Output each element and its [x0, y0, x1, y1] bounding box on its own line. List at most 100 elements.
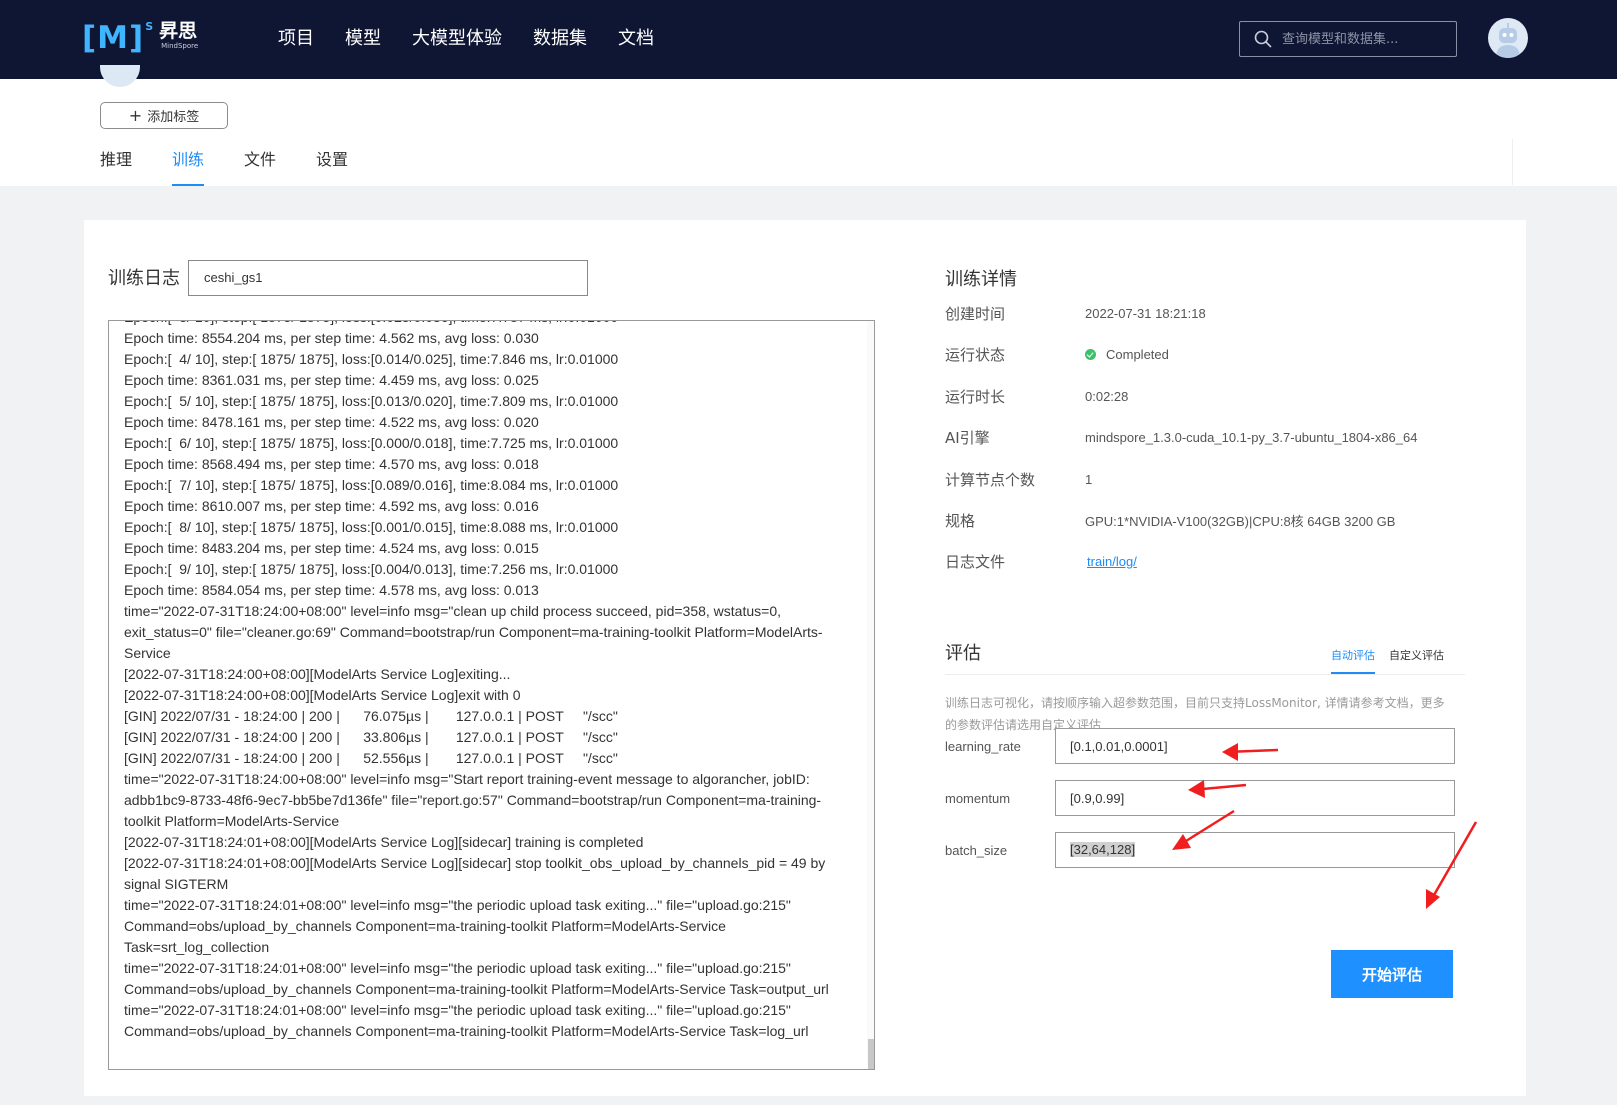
- log-line: Epoch time: 8568.494 ms, per step time: …: [124, 456, 539, 472]
- batch-size-input[interactable]: [32,64,128]: [1055, 832, 1455, 868]
- log-line: [2022-07-31T18:24:00+08:00][ModelArts Se…: [124, 666, 511, 682]
- param-label: momentum: [945, 790, 1011, 806]
- log-line: Command=obs/upload_by_channels Component…: [124, 1023, 809, 1039]
- tab-files[interactable]: 文件: [244, 148, 276, 186]
- search-input[interactable]: [1282, 31, 1447, 47]
- tab-inference[interactable]: 推理: [100, 148, 132, 186]
- tab-settings[interactable]: 设置: [316, 148, 348, 186]
- logo-english-name: MindSpore: [161, 42, 199, 50]
- log-line: [2022-07-31T18:24:01+08:00][ModelArts Se…: [124, 834, 644, 850]
- detail-row-node-count: 计算节点个数 1: [945, 468, 1092, 490]
- log-scrollbar-thumb[interactable]: [868, 1039, 874, 1069]
- param-row-learning-rate: learning_rate: [945, 728, 1455, 764]
- log-line: Command=obs/upload_by_channels Component…: [124, 981, 829, 997]
- log-line: Epoch:[ 4/ 10], step:[ 1875/ 1875], loss…: [124, 351, 619, 367]
- detail-row-ai-engine: AI引擎 mindspore_1.3.0-cuda_10.1-py_3.7-ub…: [945, 426, 1417, 448]
- tab-custom-evaluation[interactable]: 自定义评估: [1389, 647, 1444, 674]
- log-line: Epoch time: 8584.054 ms, per step time: …: [124, 582, 539, 598]
- detail-label: 规格: [945, 511, 976, 530]
- detail-label: AI引擎: [945, 428, 990, 447]
- plus-icon: +: [128, 105, 143, 125]
- add-tag-label: 添加标签: [147, 110, 200, 125]
- log-line: time="2022-07-31T18:24:01+08:00" level=i…: [124, 897, 791, 913]
- log-file-link[interactable]: train/log/: [1087, 554, 1137, 569]
- detail-value: 2022-07-31 18:21:18: [1085, 305, 1206, 321]
- log-line: Epoch:[ 9/ 10], step:[ 1875/ 1875], loss…: [124, 561, 619, 577]
- training-card: 训练日志 ceshi_gs1 Epoch:[ 3/ 10], step:[ 18…: [84, 220, 1526, 1096]
- training-details-title: 训练详情: [945, 269, 1017, 290]
- project-subheader: + 添加标签 推理 训练 文件 设置: [0, 65, 1617, 186]
- training-log-viewer[interactable]: Epoch:[ 3/ 10], step:[ 1875/ 1875], loss…: [108, 320, 875, 1070]
- mindspore-logo[interactable]: [M] S 昇思 MindSpore: [82, 20, 198, 60]
- robot-avatar-icon: [1496, 23, 1520, 58]
- detail-value: 1: [1085, 471, 1093, 487]
- nav-projects[interactable]: 项目: [278, 24, 314, 54]
- log-line: Epoch time: 8478.161 ms, per step time: …: [124, 414, 539, 430]
- search-box[interactable]: [1239, 21, 1457, 57]
- detail-row-created-time: 创建时间 2022-07-31 18:21:18: [945, 302, 1206, 324]
- nav-docs[interactable]: 文档: [618, 24, 654, 54]
- nav-datasets[interactable]: 数据集: [533, 24, 587, 54]
- logo-text: 昇思 MindSpore: [159, 20, 198, 50]
- detail-label: 日志文件: [945, 552, 1006, 571]
- user-avatar[interactable]: [1488, 18, 1528, 58]
- log-line: Epoch:[ 3/ 10], step:[ 1875/ 1875], loss…: [124, 321, 844, 328]
- log-line: Epoch:[ 6/ 10], step:[ 1875/ 1875], loss…: [124, 435, 619, 451]
- top-navigation-bar: [M] S 昇思 MindSpore 项目 模型 大模型体验 数据集 文档: [0, 0, 1617, 79]
- log-line: Epoch time: 8554.204 ms, per step time: …: [124, 330, 539, 346]
- log-line: time="2022-07-31T18:24:01+08:00" level=i…: [124, 1002, 791, 1018]
- detail-value: mindspore_1.3.0-cuda_10.1-py_3.7-ubuntu_…: [1085, 429, 1418, 445]
- logo-chinese-name: 昇思: [159, 20, 198, 42]
- detail-row-spec: 规格 GPU:1*NVIDIA-V100(32GB)|CPU:8核 64GB 3…: [945, 509, 1395, 531]
- detail-value: train/log/: [1085, 554, 1137, 569]
- log-line: Epoch time: 8610.007 ms, per step time: …: [124, 498, 539, 514]
- param-row-momentum: momentum: [945, 780, 1455, 816]
- momentum-input[interactable]: [1055, 780, 1455, 816]
- learning-rate-input[interactable]: [1055, 728, 1455, 764]
- project-tabs: 推理 训练 文件 设置: [100, 148, 388, 186]
- nav-models[interactable]: 模型: [345, 24, 381, 54]
- log-line: signal SIGTERM: [124, 876, 229, 892]
- logo-superscript: S: [145, 20, 154, 33]
- add-tag-button[interactable]: + 添加标签: [100, 102, 228, 129]
- nav-llm-experience[interactable]: 大模型体验: [412, 24, 502, 54]
- log-line: time="2022-07-31T18:24:01+08:00" level=i…: [124, 960, 791, 976]
- log-line: Service: [124, 645, 171, 661]
- log-line: time="2022-07-31T18:24:00+08:00" level=i…: [124, 603, 781, 619]
- detail-row-duration: 运行时长 0:02:28: [945, 385, 1128, 407]
- log-line: [2022-07-31T18:24:01+08:00][ModelArts Se…: [124, 855, 826, 871]
- logo-mark: [M]: [82, 20, 145, 56]
- param-label: learning_rate: [945, 738, 1021, 754]
- log-line: [GIN] 2022/07/31 - 18:24:00 | 200 | 76.0…: [124, 708, 618, 724]
- log-line: [GIN] 2022/07/31 - 18:24:00 | 200 | 33.8…: [124, 729, 618, 745]
- detail-value: 0:02:28: [1085, 388, 1129, 404]
- log-scrollbar[interactable]: [867, 321, 874, 1069]
- log-line: Epoch:[ 7/ 10], step:[ 1875/ 1875], loss…: [124, 477, 619, 493]
- log-line: Epoch:[ 5/ 10], step:[ 1875/ 1875], loss…: [124, 393, 619, 409]
- project-avatar: [100, 65, 140, 87]
- tab-training[interactable]: 训练: [172, 148, 205, 186]
- detail-row-log-file: 日志文件 train/log/: [945, 550, 1137, 572]
- param-row-batch-size: batch_size [32,64,128]: [945, 832, 1455, 868]
- evaluation-divider: [945, 674, 1465, 675]
- tab-auto-evaluation[interactable]: 自动评估: [1331, 647, 1375, 674]
- detail-label: 计算节点个数: [945, 470, 1036, 489]
- log-line: [2022-07-31T18:24:00+08:00][ModelArts Se…: [124, 687, 521, 703]
- detail-label: 创建时间: [945, 304, 1006, 323]
- main-nav: 项目 模型 大模型体验 数据集 文档: [278, 24, 685, 54]
- log-line: toolkit Platform=ModelArts-Service: [124, 813, 340, 829]
- subheader-divider: [1512, 139, 1513, 185]
- detail-label: 运行时长: [945, 387, 1006, 406]
- detail-label: 运行状态: [945, 345, 1006, 364]
- training-job-selector[interactable]: ceshi_gs1: [188, 260, 588, 296]
- detail-row-status: 运行状态 Completed: [945, 343, 1169, 365]
- log-line: adbb1bc9-8733-48f6-9ec7-bb5be7d136fe" fi…: [124, 792, 822, 808]
- log-line: exit_status=0" file="cleaner.go:69" Comm…: [124, 624, 823, 640]
- start-evaluation-button[interactable]: 开始评估: [1331, 950, 1453, 998]
- log-line: Epoch time: 8361.031 ms, per step time: …: [124, 372, 539, 388]
- training-log-title: 训练日志: [108, 268, 180, 289]
- search-icon: [1254, 30, 1272, 48]
- log-line: Epoch:[ 8/ 10], step:[ 1875/ 1875], loss…: [124, 519, 619, 535]
- selected-text: [32,64,128]: [1070, 842, 1136, 857]
- log-line: time="2022-07-31T18:24:00+08:00" level=i…: [124, 771, 810, 787]
